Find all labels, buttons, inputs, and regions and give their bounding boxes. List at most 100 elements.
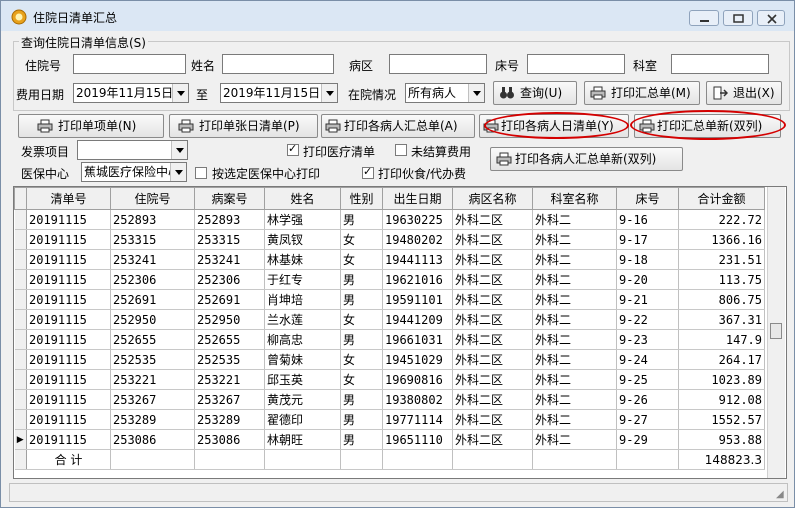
date-from-picker[interactable]: 2019年11月15日	[73, 83, 189, 103]
table-cell[interactable]: 外科二区	[452, 329, 533, 350]
insurance-select[interactable]: 蕉城医疗保险中心	[81, 162, 187, 182]
table-cell[interactable]: 20191115	[26, 369, 111, 390]
table-cell[interactable]: 林基妹	[264, 249, 341, 270]
table-cell[interactable]: 253086	[194, 429, 265, 450]
bed-input[interactable]	[527, 54, 625, 74]
print-summary-button[interactable]: 打印汇总单(M)	[584, 81, 700, 105]
table-cell[interactable]: 外科二	[532, 409, 617, 430]
table-cell[interactable]: 953.88	[678, 429, 765, 450]
table-cell[interactable]: 19451029	[382, 349, 453, 370]
table-cell[interactable]: 9-21	[616, 289, 679, 310]
table-row[interactable]: 20191115 253241 253241 林基妹女 19441113 外科二区 外科二 9…	[14, 249, 765, 270]
print-medical-checkbox[interactable]	[287, 142, 299, 156]
table-cell[interactable]: 外科二	[532, 309, 617, 330]
table-cell[interactable]: 男	[340, 409, 383, 430]
column-header[interactable]: 性别	[340, 187, 383, 210]
table-cell[interactable]: 外科二	[532, 329, 617, 350]
table-cell[interactable]: 外科二区	[452, 269, 533, 290]
row-indicator[interactable]	[14, 309, 27, 330]
table-cell[interactable]: 113.75	[678, 269, 765, 290]
table-cell[interactable]: 252950	[110, 309, 195, 330]
row-indicator[interactable]	[14, 269, 27, 290]
row-indicator[interactable]	[14, 209, 27, 230]
table-cell[interactable]: 252691	[194, 289, 265, 310]
table-cell[interactable]: 男	[340, 269, 383, 290]
table-cell[interactable]: 1366.16	[678, 229, 765, 250]
row-indicator[interactable]	[14, 349, 27, 370]
print-patient-summary-button[interactable]: 打印各病人汇总单(A)	[321, 114, 475, 138]
table-cell[interactable]: 20191115	[26, 409, 111, 430]
table-cell[interactable]: 264.17	[678, 349, 765, 370]
table-cell[interactable]: 外科二区	[452, 429, 533, 450]
table-cell[interactable]: 147.9	[678, 329, 765, 350]
table-cell[interactable]: 男	[340, 209, 383, 230]
table-cell[interactable]: 231.51	[678, 249, 765, 270]
table-cell[interactable]: 252306	[194, 269, 265, 290]
print-patient-summary-new-button[interactable]: 打印各病人汇总单新(双列)	[490, 147, 683, 171]
query-button[interactable]: 查询(U)	[493, 81, 577, 105]
exit-button[interactable]: 退出(X)	[706, 81, 782, 105]
scrollbar-thumb[interactable]	[770, 323, 782, 339]
table-cell[interactable]: 外科二区	[452, 389, 533, 410]
print-patient-daily-button[interactable]: 打印单张日清单(P)	[169, 114, 318, 138]
table-row[interactable]: 20191115 253289 253289 翟德印男 19771114 外科二区 外科二 9…	[14, 409, 765, 430]
table-cell[interactable]: 253267	[194, 389, 265, 410]
table-cell[interactable]: 253241	[110, 249, 195, 270]
row-indicator[interactable]: ▶	[14, 429, 27, 450]
table-cell[interactable]: 253241	[194, 249, 265, 270]
table-cell[interactable]: 9-25	[616, 369, 679, 390]
table-row[interactable]: 20191115 252691 252691 肖坤培男 19591101 外科二区 外科二 9…	[14, 289, 765, 310]
table-cell[interactable]: 男	[340, 329, 383, 350]
table-cell[interactable]: 20191115	[26, 289, 111, 310]
minimize-button[interactable]	[689, 10, 719, 26]
table-cell[interactable]: 肖坤培	[264, 289, 341, 310]
column-header[interactable]: 床号	[616, 187, 679, 210]
by-center-checkbox[interactable]	[195, 167, 207, 179]
table-cell[interactable]: 252535	[194, 349, 265, 370]
table-cell[interactable]: 外科二	[532, 369, 617, 390]
table-row[interactable]: 20191115 253315 253315 黄凤钗女 19480202 外科二区 外科二 9…	[14, 229, 765, 250]
date-to-picker[interactable]: 2019年11月15日	[220, 83, 338, 103]
maximize-button[interactable]	[723, 10, 753, 26]
column-header[interactable]: 姓名	[264, 187, 341, 210]
table-cell[interactable]: 20191115	[26, 209, 111, 230]
table-cell[interactable]: 9-20	[616, 269, 679, 290]
table-cell[interactable]: 367.31	[678, 309, 765, 330]
table-cell[interactable]: 9-26	[616, 389, 679, 410]
patient-grid[interactable]: 清单号 住院号 病案号 姓名 性别 出生日期 病区名称 科室名称 床号 合计金额…	[13, 186, 787, 479]
table-cell[interactable]: 9-23	[616, 329, 679, 350]
table-cell[interactable]: 黄茂元	[264, 389, 341, 410]
table-cell[interactable]: 翟德印	[264, 409, 341, 430]
close-button[interactable]	[757, 10, 785, 26]
table-cell[interactable]: 252535	[110, 349, 195, 370]
table-cell[interactable]: 外科二区	[452, 369, 533, 390]
row-indicator[interactable]	[14, 249, 27, 270]
table-cell[interactable]: 黄凤钗	[264, 229, 341, 250]
table-cell[interactable]: 252655	[194, 329, 265, 350]
table-cell[interactable]: 外科二区	[452, 209, 533, 230]
row-indicator[interactable]	[14, 369, 27, 390]
table-row[interactable]: 20191115 252893 252893 林学强男 19630225 外科二区 外科二 9…	[14, 209, 765, 230]
row-indicator[interactable]	[14, 229, 27, 250]
table-cell[interactable]: 19380802	[382, 389, 453, 410]
table-cell[interactable]: 252691	[110, 289, 195, 310]
table-cell[interactable]: 20191115	[26, 429, 111, 450]
table-cell[interactable]: 1023.89	[678, 369, 765, 390]
table-cell[interactable]: 外科二区	[452, 349, 533, 370]
table-cell[interactable]: 20191115	[26, 249, 111, 270]
table-cell[interactable]: 9-16	[616, 209, 679, 230]
table-row[interactable]: 20191115 252655 252655 柳高忠男 19661031 外科二区 外科二 9…	[14, 329, 765, 350]
table-cell[interactable]: 253267	[110, 389, 195, 410]
dept-input[interactable]	[671, 54, 769, 74]
table-cell[interactable]: 19591101	[382, 289, 453, 310]
table-cell[interactable]: 19771114	[382, 409, 453, 430]
table-cell[interactable]: 19651110	[382, 429, 453, 450]
table-cell[interactable]: 外科二区	[452, 289, 533, 310]
table-cell[interactable]: 外科二	[532, 249, 617, 270]
table-cell[interactable]: 外科二区	[452, 249, 533, 270]
table-cell[interactable]: 男	[340, 389, 383, 410]
table-row[interactable]: 20191115 252535 252535 曾菊妹女 19451029 外科二区 外科二 9…	[14, 349, 765, 370]
table-cell[interactable]: 9-18	[616, 249, 679, 270]
table-cell[interactable]: 外科二	[532, 389, 617, 410]
table-cell[interactable]: 252950	[194, 309, 265, 330]
